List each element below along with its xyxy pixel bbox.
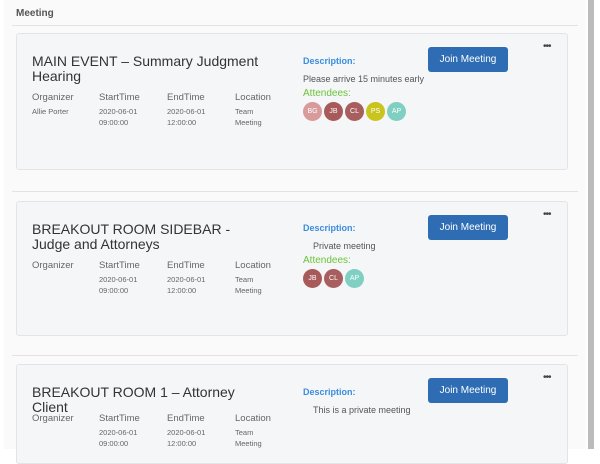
description-label: Description: — [303, 56, 356, 66]
end-time: EndTime 2020-06-01 12:00:00 — [167, 260, 205, 296]
location-label: Location — [235, 92, 271, 103]
description-text: Private meeting — [313, 241, 376, 251]
location: Location Team Meeting — [235, 92, 271, 128]
start-time-label: StartTime — [99, 260, 140, 271]
end-time-label: EndTime — [167, 260, 205, 271]
end-time: EndTime 2020-06-01 12:00:00 — [167, 92, 205, 128]
end-time: EndTime 2020-06-01 12:00:00 — [167, 413, 205, 449]
attendee-avatar[interactable]: JB — [324, 102, 343, 121]
location-value-2: Meeting — [235, 118, 262, 127]
attendee-avatar[interactable]: PS — [366, 102, 385, 121]
description-block: Description: Please arrive 15 minutes ea… — [303, 56, 424, 121]
organizer-label: Organizer — [32, 260, 74, 271]
more-options-icon[interactable]: ••• — [543, 41, 551, 52]
organizer-value: Allie Porter — [32, 107, 69, 116]
join-meeting-button[interactable]: Join Meeting — [428, 378, 508, 403]
meeting-title: BREAKOUT ROOM SIDEBAR - Judge and Attorn… — [32, 221, 231, 252]
meeting-card: BREAKOUT ROOM 1 – Attorney Client Organi… — [16, 364, 568, 464]
panel-title: Meeting — [16, 8, 54, 19]
start-time-value-2: 09:00:00 — [99, 439, 129, 448]
start-time-value: 2020-06-01 — [99, 428, 138, 437]
location: Location Team Meeting — [235, 413, 271, 449]
start-time-value: 2020-06-01 — [99, 275, 138, 284]
description-text: This is a private meeting — [313, 405, 411, 415]
end-time-value-2: 12:00:00 — [167, 118, 197, 127]
start-time-value-2: 09:00:00 — [99, 286, 129, 295]
more-options-icon[interactable]: ••• — [543, 209, 551, 220]
meeting-card: MAIN EVENT – Summary Judgment Hearing Or… — [16, 33, 568, 170]
location-label: Location — [235, 413, 271, 424]
description-text: Please arrive 15 minutes early — [303, 74, 425, 84]
start-time: StartTime 2020-06-01 09:00:00 — [99, 260, 140, 296]
location-value: Team — [235, 107, 254, 116]
end-time-value: 2020-06-01 — [167, 107, 206, 116]
join-meeting-button[interactable]: Join Meeting — [428, 47, 508, 72]
attendee-list: BG JB CL PS AP — [303, 102, 424, 121]
location-label: Location — [235, 260, 271, 271]
divider — [12, 25, 578, 26]
meeting-title: MAIN EVENT – Summary Judgment Hearing — [32, 53, 259, 84]
divider — [12, 191, 578, 192]
attendee-avatar[interactable]: AP — [345, 269, 364, 288]
attendee-avatar[interactable]: CL — [345, 102, 364, 121]
end-time-label: EndTime — [167, 413, 205, 424]
end-time-value-2: 12:00:00 — [167, 286, 197, 295]
description-label: Description: — [303, 223, 356, 233]
attendee-avatar[interactable]: BG — [303, 102, 322, 121]
location-value: Team — [235, 428, 254, 437]
meeting-panel: Meeting MAIN EVENT – Summary Judgment He… — [4, 0, 586, 464]
organizer: Organizer — [32, 260, 74, 274]
end-time-value-2: 12:00:00 — [167, 439, 197, 448]
location-value-2: Meeting — [235, 286, 262, 295]
organizer: Organizer — [32, 413, 74, 427]
attendee-list: JB CL AP — [303, 269, 376, 288]
attendee-avatar[interactable]: AP — [387, 102, 406, 121]
end-time-label: EndTime — [167, 92, 205, 103]
join-meeting-button[interactable]: Join Meeting — [428, 215, 508, 240]
start-time-value-2: 09:00:00 — [99, 118, 129, 127]
meeting-title: BREAKOUT ROOM 1 – Attorney Client — [32, 384, 235, 415]
start-time-label: StartTime — [99, 413, 140, 424]
start-time-value: 2020-06-01 — [99, 107, 138, 116]
start-time: StartTime 2020-06-01 09:00:00 — [99, 413, 140, 449]
attendee-avatar[interactable]: CL — [324, 269, 343, 288]
meeting-card: BREAKOUT ROOM SIDEBAR - Judge and Attorn… — [16, 201, 568, 336]
more-options-icon[interactable]: ••• — [543, 372, 551, 383]
organizer: Organizer Allie Porter — [32, 92, 74, 117]
end-time-value: 2020-06-01 — [167, 428, 206, 437]
organizer-label: Organizer — [32, 92, 74, 103]
scrollbar[interactable] — [588, 0, 594, 449]
description-block: Description: Private meeting Attendees: J… — [303, 223, 376, 288]
divider — [12, 355, 578, 356]
attendee-avatar[interactable]: JB — [303, 269, 322, 288]
attendees-label: Attendees: — [303, 255, 351, 266]
start-time: StartTime 2020-06-01 09:00:00 — [99, 92, 140, 128]
attendees-label: Attendees: — [303, 88, 351, 99]
description-label: Description: — [303, 387, 356, 397]
description-block: Description: This is a private meeting — [303, 387, 411, 415]
location-value-2: Meeting — [235, 439, 262, 448]
location-value: Team — [235, 275, 254, 284]
end-time-value: 2020-06-01 — [167, 275, 206, 284]
start-time-label: StartTime — [99, 92, 140, 103]
location: Location Team Meeting — [235, 260, 271, 296]
organizer-label: Organizer — [32, 413, 74, 424]
